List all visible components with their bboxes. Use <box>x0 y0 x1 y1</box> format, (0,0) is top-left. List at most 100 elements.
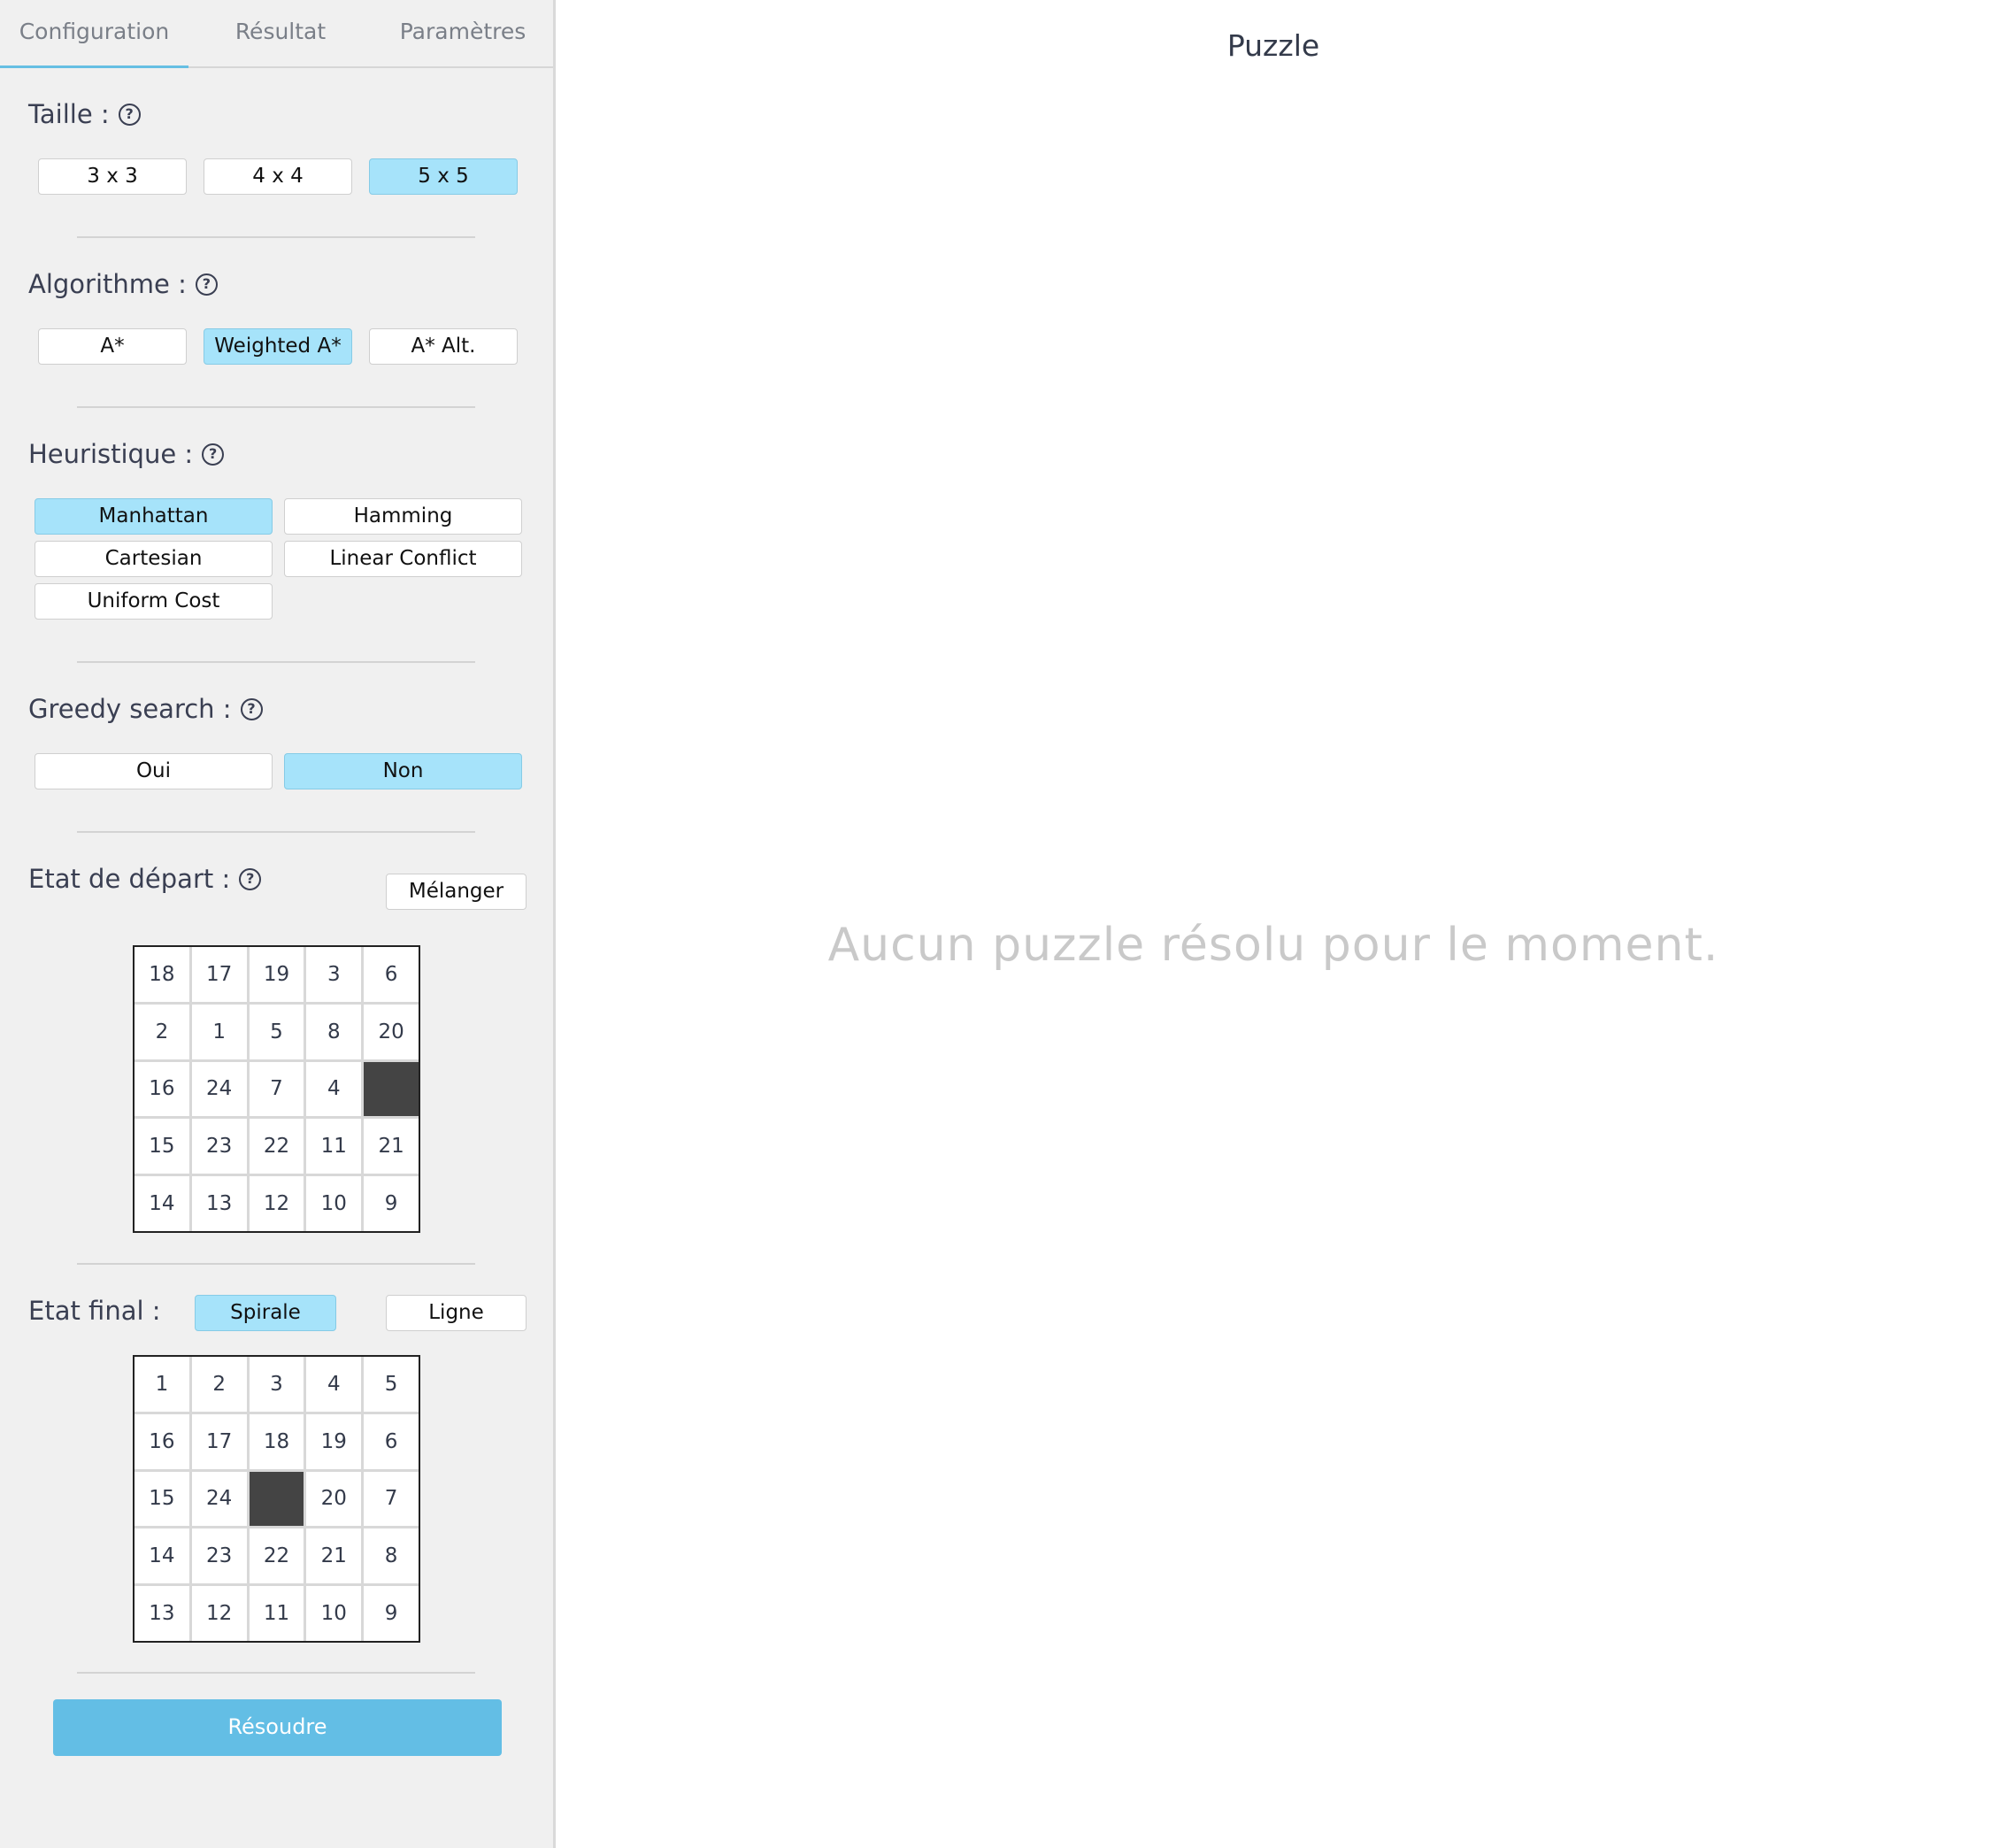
divider <box>77 831 475 833</box>
algorithm-astar-alt-button[interactable]: A* Alt. <box>369 328 518 365</box>
puzzle-tile: 2 <box>191 1357 247 1412</box>
heuristic-manhattan-button[interactable]: Manhattan <box>35 498 273 535</box>
puzzle-tile: 22 <box>249 1528 304 1584</box>
puzzle-tile: 10 <box>306 1586 362 1641</box>
heuristic-section-title: Heuristique : ? <box>28 439 225 469</box>
divider <box>77 406 475 408</box>
start-state-grid: 18 17 19 3 6 2 1 5 8 20 16 24 7 4 15 23 22 11 21 14 13 12 10 9 <box>133 945 420 1233</box>
final-title: Etat final : <box>28 1296 161 1326</box>
puzzle-tile: 21 <box>364 1119 419 1174</box>
size-section-title: Taille : ? <box>28 99 141 129</box>
puzzle-tile: 1 <box>191 1004 247 1059</box>
empty-tile <box>364 1061 419 1117</box>
puzzle-tile: 20 <box>364 1004 419 1059</box>
puzzle-tile: 18 <box>135 947 189 1002</box>
puzzle-tile: 24 <box>191 1061 247 1117</box>
puzzle-tile: 14 <box>135 1176 189 1231</box>
heuristic-uniform-cost-button[interactable]: Uniform Cost <box>35 583 273 620</box>
tab-parametres[interactable]: Paramètres <box>373 0 553 68</box>
page-title: Puzzle <box>1226 28 1320 63</box>
final-state-grid: 1 2 3 4 5 16 17 18 19 6 15 24 20 7 14 23 22 21 8 13 12 11 10 9 <box>133 1355 420 1643</box>
puzzle-tile: 5 <box>249 1004 304 1059</box>
puzzle-tile: 4 <box>306 1061 362 1117</box>
main-panel: Puzzle Aucun puzzle résolu pour le momen… <box>556 0 1991 1848</box>
heuristic-cartesian-button[interactable]: Cartesian <box>35 541 273 577</box>
puzzle-tile: 22 <box>249 1119 304 1174</box>
tab-bar: Configuration Résultat Paramètres <box>0 0 553 68</box>
algorithm-title: Algorithme : <box>28 269 187 299</box>
divider <box>77 1263 475 1265</box>
heuristic-linear-conflict-button[interactable]: Linear Conflict <box>284 541 522 577</box>
puzzle-tile: 8 <box>306 1004 362 1059</box>
puzzle-tile: 19 <box>249 947 304 1002</box>
puzzle-tile: 7 <box>364 1471 419 1527</box>
size-4x4-button[interactable]: 4 x 4 <box>204 158 352 195</box>
puzzle-tile: 11 <box>306 1119 362 1174</box>
puzzle-tile: 21 <box>306 1528 362 1584</box>
puzzle-tile: 6 <box>364 947 419 1002</box>
empty-state-message: Aucun puzzle résolu pour le moment. <box>827 919 1719 972</box>
puzzle-tile: 24 <box>191 1471 247 1527</box>
puzzle-tile: 6 <box>364 1413 419 1469</box>
heuristic-hamming-button[interactable]: Hamming <box>284 498 522 535</box>
final-ligne-button[interactable]: Ligne <box>386 1295 527 1331</box>
tab-configuration[interactable]: Configuration <box>0 0 188 68</box>
help-icon[interactable]: ? <box>195 273 218 296</box>
puzzle-tile: 20 <box>306 1471 362 1527</box>
puzzle-tile: 13 <box>135 1586 189 1641</box>
final-spirale-button[interactable]: Spirale <box>195 1295 336 1331</box>
greedy-oui-button[interactable]: Oui <box>35 753 273 789</box>
size-title: Taille : <box>28 99 110 129</box>
sidebar: Configuration Résultat Paramètres Taille… <box>0 0 556 1848</box>
puzzle-tile: 2 <box>135 1004 189 1059</box>
algorithm-astar-button[interactable]: A* <box>38 328 187 365</box>
puzzle-tile: 5 <box>364 1357 419 1412</box>
shuffle-button[interactable]: Mélanger <box>386 874 527 910</box>
puzzle-tile: 17 <box>191 1413 247 1469</box>
help-icon[interactable]: ? <box>240 697 263 720</box>
divider <box>77 661 475 663</box>
puzzle-tile: 15 <box>135 1471 189 1527</box>
greedy-title: Greedy search : <box>28 694 232 724</box>
puzzle-tile: 10 <box>306 1176 362 1231</box>
puzzle-tile: 7 <box>249 1061 304 1117</box>
puzzle-tile: 1 <box>135 1357 189 1412</box>
tab-resultat[interactable]: Résultat <box>188 0 373 68</box>
algorithm-section-title: Algorithme : ? <box>28 269 218 299</box>
puzzle-tile: 4 <box>306 1357 362 1412</box>
puzzle-tile: 14 <box>135 1528 189 1584</box>
greedy-section-title: Greedy search : ? <box>28 694 263 724</box>
puzzle-tile: 16 <box>135 1061 189 1117</box>
greedy-non-button[interactable]: Non <box>284 753 522 789</box>
puzzle-tile: 9 <box>364 1586 419 1641</box>
puzzle-tile: 3 <box>249 1357 304 1412</box>
puzzle-tile: 12 <box>191 1586 247 1641</box>
size-3x3-button[interactable]: 3 x 3 <box>38 158 187 195</box>
puzzle-tile: 13 <box>191 1176 247 1231</box>
help-icon[interactable]: ? <box>118 103 141 126</box>
puzzle-tile: 23 <box>191 1119 247 1174</box>
divider <box>77 236 475 238</box>
empty-tile <box>249 1471 304 1527</box>
puzzle-tile: 3 <box>306 947 362 1002</box>
puzzle-tile: 11 <box>249 1586 304 1641</box>
heuristic-title: Heuristique : <box>28 439 194 469</box>
puzzle-tile: 12 <box>249 1176 304 1231</box>
puzzle-tile: 9 <box>364 1176 419 1231</box>
solve-button[interactable]: Résoudre <box>53 1699 502 1756</box>
puzzle-tile: 23 <box>191 1528 247 1584</box>
puzzle-tile: 16 <box>135 1413 189 1469</box>
size-5x5-button[interactable]: 5 x 5 <box>369 158 518 195</box>
start-section-title: Etat de départ : ? <box>28 864 262 894</box>
active-tab-indicator <box>0 65 188 68</box>
puzzle-tile: 18 <box>249 1413 304 1469</box>
help-icon[interactable]: ? <box>239 867 262 890</box>
start-title: Etat de départ : <box>28 864 231 894</box>
puzzle-tile: 15 <box>135 1119 189 1174</box>
puzzle-tile: 8 <box>364 1528 419 1584</box>
final-section-title: Etat final : <box>28 1296 161 1326</box>
puzzle-tile: 17 <box>191 947 247 1002</box>
divider <box>77 1672 475 1674</box>
algorithm-weighted-astar-button[interactable]: Weighted A* <box>204 328 352 365</box>
help-icon[interactable]: ? <box>202 443 225 466</box>
